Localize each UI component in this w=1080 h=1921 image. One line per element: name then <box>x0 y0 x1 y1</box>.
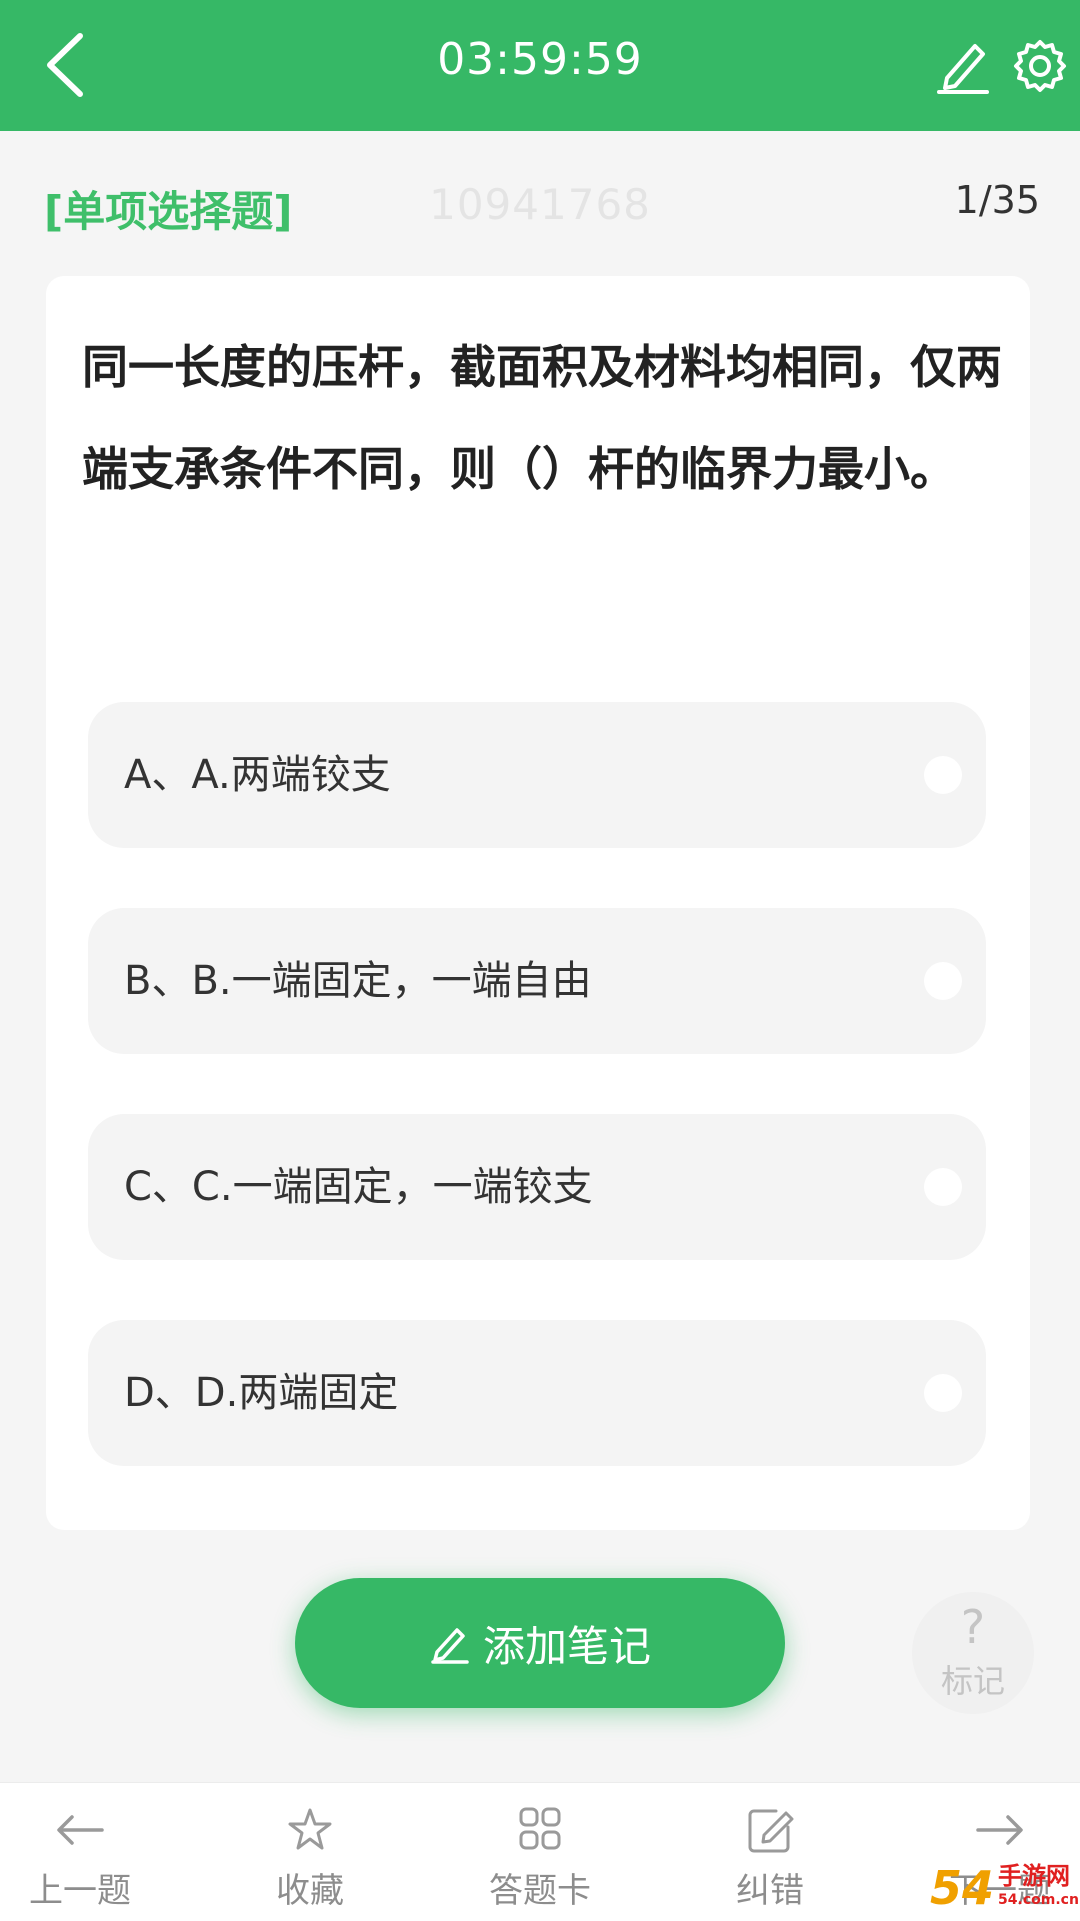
question-stem: 同一长度的压杆，截面积及材料均相同，仅两端支承条件不同，则（）杆的临界力最小。 <box>82 340 1002 496</box>
edit-icon <box>748 1809 794 1853</box>
countdown-timer: 03:59:59 <box>437 34 643 85</box>
bottom-nav: 上一题 收藏 答题卡 纠错 下一题 <box>0 1782 1080 1921</box>
nav-label: 上一题 <box>29 1871 131 1911</box>
favorite-button[interactable]: 收藏 <box>220 1783 400 1921</box>
watermark-text: 手游网 54.com.cn <box>998 1864 1079 1912</box>
option-label: B、B.一端固定，一端自由 <box>124 958 592 1004</box>
question-id: 10941768 <box>429 180 651 229</box>
arrow-left-icon <box>57 1815 104 1845</box>
mark-label: 标记 <box>940 1662 1005 1700</box>
top-bar: 03:59:59 <box>0 0 1080 131</box>
option-label: A、A.两端铰支 <box>124 752 391 798</box>
star-icon <box>288 1808 332 1850</box>
nav-label: 收藏 <box>276 1871 344 1911</box>
question-card: 同一长度的压杆，截面积及材料均相同，仅两端支承条件不同，则（）杆的临界力最小。 … <box>46 276 1030 1530</box>
gear-icon[interactable] <box>1012 38 1068 94</box>
prev-question-button[interactable]: 上一题 <box>0 1783 170 1921</box>
nav-label: 答题卡 <box>489 1871 591 1911</box>
option-a[interactable]: A、A.两端铰支 <box>88 702 986 848</box>
radio-circle-icon[interactable] <box>924 1168 962 1206</box>
mark-button[interactable]: ? 标记 <box>912 1592 1034 1714</box>
watermark-number: 54 <box>930 1861 995 1915</box>
question-progress: 1/35 <box>954 178 1040 222</box>
add-note-button[interactable]: 添加笔记 <box>295 1578 785 1708</box>
arrow-right-icon <box>976 1815 1023 1845</box>
radio-circle-icon[interactable] <box>924 1374 962 1412</box>
site-watermark-logo: 54 手游网 54.com.cn <box>930 1856 1080 1920</box>
nav-label: 纠错 <box>736 1871 804 1911</box>
radio-circle-icon[interactable] <box>924 962 962 1000</box>
report-error-button[interactable]: 纠错 <box>680 1783 860 1921</box>
pen-icon <box>431 1628 469 1664</box>
grid-icon <box>519 1807 561 1850</box>
option-c[interactable]: C、C.一端固定，一端铰支 <box>88 1114 986 1260</box>
watermark-domain: 54.com.cn <box>998 1892 1079 1908</box>
option-label: D、D.两端固定 <box>124 1370 399 1416</box>
add-note-label: 添加笔记 <box>482 1621 651 1671</box>
answer-sheet-button[interactable]: 答题卡 <box>450 1783 630 1921</box>
option-d[interactable]: D、D.两端固定 <box>88 1320 986 1466</box>
question-mark-icon: ? <box>960 1600 986 1654</box>
option-b[interactable]: B、B.一端固定，一端自由 <box>88 908 986 1054</box>
option-label: C、C.一端固定，一端铰支 <box>124 1164 593 1210</box>
watermark-site-name: 手游网 <box>998 1862 1071 1890</box>
radio-circle-icon[interactable] <box>924 756 962 794</box>
pen-icon[interactable] <box>935 36 991 96</box>
